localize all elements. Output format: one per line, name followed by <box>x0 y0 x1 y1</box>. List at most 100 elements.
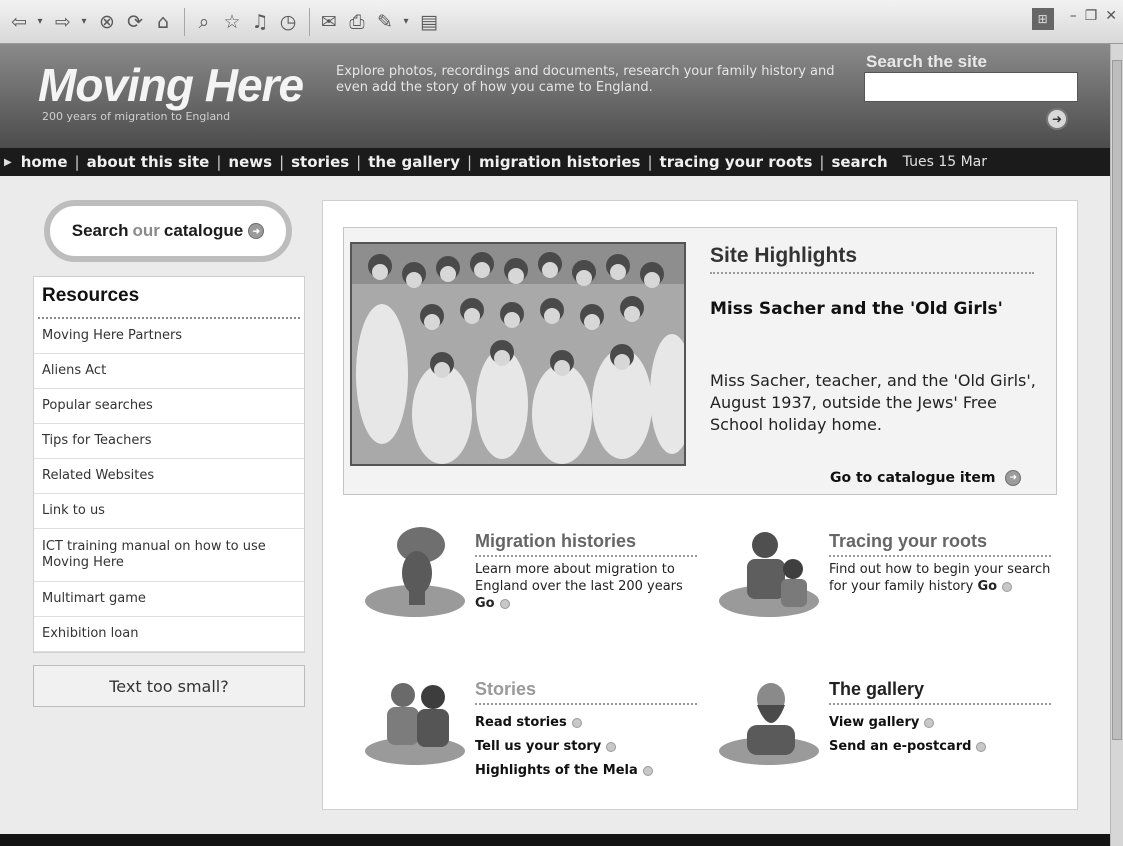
stories-portrait-icon <box>365 683 465 765</box>
nav-migration-histories[interactable]: migration histories <box>472 153 647 171</box>
media-icon[interactable]: ♫ <box>247 8 273 36</box>
edit-dropdown-icon[interactable]: ▾ <box>400 16 412 27</box>
go-arrow-icon <box>499 598 510 609</box>
nav-date: Tues 15 Mar <box>902 154 987 170</box>
nav-gallery[interactable]: the gallery <box>361 153 467 171</box>
go-arrow-icon <box>571 717 582 728</box>
home-icon[interactable]: ⌂ <box>150 8 176 36</box>
resource-link-link-to-us[interactable]: Link to us <box>34 494 304 529</box>
resource-link-popular-searches[interactable]: Popular searches <box>34 389 304 424</box>
stop-icon[interactable]: ⊗ <box>94 8 120 36</box>
stories-title[interactable]: Stories <box>475 679 536 700</box>
text-size-button[interactable]: Text too small? <box>33 665 305 707</box>
header-blurb: Explore photos, recordings and documents… <box>336 64 835 95</box>
forward-icon[interactable]: ⇨ <box>50 8 76 36</box>
minimize-icon[interactable]: – <box>1070 8 1077 30</box>
go-arrow-icon <box>642 765 653 776</box>
search-site-label: Search the site <box>866 52 987 71</box>
resource-link-multimart-game[interactable]: Multimart game <box>34 582 304 617</box>
go-to-catalogue-link[interactable]: Go to catalogue item ➜ <box>830 470 1022 486</box>
scrollbar-thumb[interactable] <box>1112 60 1122 740</box>
print-icon[interactable]: ⎙ <box>344 8 370 36</box>
nav-about[interactable]: about this site <box>80 153 217 171</box>
gallery-links: View gallery Send an e-postcard <box>829 711 987 759</box>
edit-icon[interactable]: ✎ <box>372 8 398 36</box>
nav-home[interactable]: home <box>14 153 75 171</box>
migration-histories-description: Learn more about migration to England ov… <box>475 562 683 594</box>
nav-search[interactable]: search <box>824 153 894 171</box>
close-icon[interactable]: ✕ <box>1105 8 1117 30</box>
catalogue-label-search: Search <box>71 221 129 240</box>
resources-title: Resources <box>38 277 300 319</box>
go-arrow-icon: ➜ <box>248 223 265 239</box>
view-gallery-link[interactable]: View gallery <box>829 711 986 735</box>
highlight-description: Miss Sacher, teacher, and the 'Old Girls… <box>710 371 1036 434</box>
tell-story-label: Tell us your story <box>475 739 602 754</box>
resource-link-related-websites[interactable]: Related Websites <box>34 459 304 494</box>
go-arrow-icon <box>924 717 935 728</box>
nav-tracing-roots[interactable]: tracing your roots <box>653 153 820 171</box>
gallery-title[interactable]: The gallery <box>829 679 924 700</box>
search-icon[interactable]: ⌕ <box>191 8 217 36</box>
resource-link-tips-teachers[interactable]: Tips for Teachers <box>34 424 304 459</box>
migration-portrait-icon <box>365 527 465 617</box>
view-gallery-label: View gallery <box>829 715 920 730</box>
resource-link-aliens-act[interactable]: Aliens Act <box>34 354 304 389</box>
dotted-divider <box>829 555 1051 557</box>
back-icon[interactable]: ⇦ <box>6 8 32 36</box>
migration-histories-text: Learn more about migration to England ov… <box>475 561 705 612</box>
history-icon[interactable]: ◷ <box>275 8 301 36</box>
site-highlights-panel: Site Highlights Miss Sacher and the 'Old… <box>343 227 1057 495</box>
read-stories-label: Read stories <box>475 715 567 730</box>
stories-links: Read stories Tell us your story Highligh… <box>475 711 653 783</box>
nav-stories[interactable]: stories <box>284 153 356 171</box>
send-postcard-link[interactable]: Send an e-postcard <box>829 735 987 759</box>
discuss-icon[interactable]: ▤ <box>416 8 442 36</box>
main-content: Site Highlights Miss Sacher and the 'Old… <box>322 200 1078 810</box>
vertical-scrollbar[interactable] <box>1110 44 1123 846</box>
back-dropdown-icon[interactable]: ▾ <box>34 16 46 27</box>
dotted-divider <box>475 555 697 557</box>
resource-link-ict-manual[interactable]: ICT training manual on how to use Moving… <box>34 529 304 582</box>
mail-icon[interactable]: ✉ <box>316 8 342 36</box>
go-arrow-icon <box>976 741 987 752</box>
search-go-button[interactable]: ➜ <box>1046 108 1068 130</box>
favorites-icon[interactable]: ☆ <box>219 8 245 36</box>
status-bar <box>0 834 1110 846</box>
dotted-divider <box>475 703 697 705</box>
site-highlights-title: Site Highlights <box>710 244 857 267</box>
migration-go-link[interactable]: Go <box>475 596 495 611</box>
refresh-icon[interactable]: ⟳ <box>122 8 148 36</box>
highlight-photo[interactable] <box>350 242 686 466</box>
site-search-input[interactable] <box>864 72 1078 102</box>
resource-link-exhibition-loan[interactable]: Exhibition loan <box>34 617 304 652</box>
restore-icon[interactable]: ❐ <box>1085 8 1098 30</box>
browser-toolbar: ⇦ ▾ ⇨ ▾ ⊗ ⟳ ⌂ ⌕ ☆ ♫ ◷ ✉ ⎙ ✎ ▾ ▤ ⊞ – ❐ ✕ <box>0 0 1123 44</box>
tell-story-link[interactable]: Tell us your story <box>475 735 653 759</box>
tracing-roots-description: Find out how to begin your search for yo… <box>829 562 1051 594</box>
tracing-roots-title[interactable]: Tracing your roots <box>829 531 987 552</box>
forward-dropdown-icon[interactable]: ▾ <box>78 16 90 27</box>
go-arrow-icon: ➜ <box>1005 470 1022 486</box>
gallery-portrait-icon <box>719 683 819 765</box>
toolbar-separator <box>309 7 310 36</box>
highlight-headline[interactable]: Miss Sacher and the 'Old Girls' <box>710 298 1010 320</box>
read-stories-link[interactable]: Read stories <box>475 711 653 735</box>
window-controls: ⊞ – ❐ ✕ <box>1031 8 1117 30</box>
family-portrait-icon <box>719 532 819 617</box>
migration-histories-title[interactable]: Migration histories <box>475 531 636 552</box>
site-header: Moving Here 200 years of migration to En… <box>0 44 1110 148</box>
toolbar-separator <box>184 7 185 36</box>
nav-arrow-icon: ▶ <box>4 156 12 168</box>
feature-stories: Stories Read stories Tell us your story … <box>363 671 703 781</box>
mela-highlights-link[interactable]: Highlights of the Mela <box>475 759 653 783</box>
catalogue-label-our: our <box>132 221 160 240</box>
resource-link-partners[interactable]: Moving Here Partners <box>34 319 304 354</box>
search-catalogue-button[interactable]: Search our catalogue ➜ <box>44 200 292 262</box>
nav-news[interactable]: news <box>221 153 279 171</box>
dotted-divider <box>829 703 1051 705</box>
go-to-catalogue-label: Go to catalogue item <box>830 470 996 486</box>
catalogue-label-catalogue: catalogue <box>163 221 244 240</box>
site-logo[interactable]: Moving Here <box>38 58 304 112</box>
roots-go-link[interactable]: Go <box>977 579 997 594</box>
